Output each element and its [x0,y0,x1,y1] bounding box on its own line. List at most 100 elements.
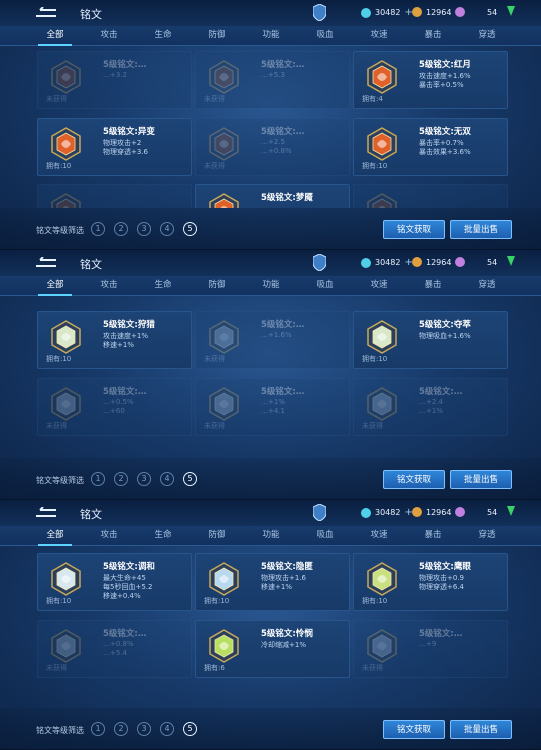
back-arrow-icon[interactable] [34,506,58,519]
shield-badge-icon[interactable] [312,253,327,272]
coin-icon [412,7,422,17]
tab-4[interactable]: 功能 [244,276,298,295]
inscription-card[interactable]: 5级铭文:隐匿 物理攻击+1.6 移速+1% 拥有:10 [195,553,350,611]
level-filter-5[interactable]: 5 [183,472,197,486]
inscription-card[interactable]: 5级铭文:… …+1.6% 未获得 [195,311,350,369]
back-arrow-icon[interactable] [34,6,58,19]
inscription-card[interactable] [353,184,508,208]
inscription-card[interactable]: 5级铭文:… …+2.5 …+0.8% 未获得 [195,118,350,176]
owned-count: 未获得 [46,95,67,103]
tab-7[interactable]: 暴击 [406,26,460,45]
inscription-card[interactable]: 5级铭文:… …+1% …+4.1 未获得 [195,378,350,436]
shield-badge-icon[interactable] [312,503,327,522]
inscription-name: 5级铭文:… [103,387,147,397]
inscription-card[interactable]: 5级铭文:… …+2.4 …+1% 未获得 [353,378,508,436]
tab-2[interactable]: 生命 [136,526,190,545]
level-filter-5[interactable]: 5 [183,222,197,236]
tab-6[interactable]: 攻速 [352,526,406,545]
level-filter-2[interactable]: 2 [114,722,128,736]
gem-amount: 54 [487,257,498,267]
tab-6[interactable]: 攻速 [352,276,406,295]
level-filter-3[interactable]: 3 [137,472,151,486]
crystal-amount: 30482 [375,8,401,17]
tab-2[interactable]: 生命 [136,26,190,45]
inscription-card[interactable]: 5级铭文:… …+5.3 未获得 [195,51,350,109]
obtain-inscription-button[interactable]: 铭文获取 [383,470,445,489]
inscription-gem-icon [208,320,240,354]
tab-8[interactable]: 穿透 [460,276,514,295]
inscription-gem-icon [366,629,398,663]
tab-0[interactable]: 全部 [28,526,82,546]
owned-count: 未获得 [46,664,67,672]
inscription-card[interactable]: 5级铭文:… …+9 未获得 [353,620,508,678]
tab-2[interactable]: 生命 [136,276,190,295]
inscription-stat: 暴击效果+3.6% [419,148,471,156]
tab-3[interactable]: 防御 [190,526,244,545]
inscription-card[interactable]: 5级铭文:… …+3.2 未获得 [37,51,192,109]
inscription-card[interactable]: 5级铭文:夺萃 物理吸血+1.6% 拥有:10 [353,311,508,369]
inscription-name: 5级铭文:… [261,320,305,330]
top-bar: 铭文 30482 + 12964 54 [0,0,541,26]
shield-badge-icon[interactable] [312,3,327,22]
inscription-card[interactable]: 5级铭文:红月 攻击速度+1.6% 暴击率+0.5% 拥有:4 [353,51,508,109]
inscription-card[interactable]: 5级铭文:调和 最大生命+45 每5秒回血+5.2 移速+0.4% 拥有:10 [37,553,192,611]
tab-1[interactable]: 攻击 [82,276,136,295]
level-filter-1[interactable]: 1 [91,222,105,236]
level-filter-2[interactable]: 2 [114,222,128,236]
owned-count: 拥有:10 [362,355,388,363]
inscription-card[interactable] [37,184,192,208]
inscription-stat: …+0.8% [261,147,292,155]
inscription-card[interactable]: 5级铭文:怜悯 冷却缩减+1% 拥有:6 [195,620,350,678]
back-arrow-icon[interactable] [34,256,58,269]
level-filter-1[interactable]: 1 [91,722,105,736]
level-filter-4[interactable]: 4 [160,472,174,486]
inscription-name: 5级铭文:梦魇 [261,193,313,203]
level-filter-4[interactable]: 4 [160,722,174,736]
inscription-card[interactable]: 5级铭文:狩猎 攻击速度+1% 移速+1% 拥有:10 [37,311,192,369]
tab-1[interactable]: 攻击 [82,26,136,45]
inscription-card[interactable]: 5级铭文:… …+0.8% …+5.4 未获得 [37,620,192,678]
batch-sell-button[interactable]: 批量出售 [450,720,512,739]
tab-5[interactable]: 吸血 [298,276,352,295]
inscription-card[interactable]: 5级铭文:无双 暴击率+0.7% 暴击效果+3.6% 拥有:10 [353,118,508,176]
tab-3[interactable]: 防御 [190,26,244,45]
obtain-inscription-button[interactable]: 铭文获取 [383,720,445,739]
crystal-balance: 30482 + [361,7,413,18]
tab-8[interactable]: 穿透 [460,26,514,45]
tab-0[interactable]: 全部 [28,276,82,296]
signal-icon [507,6,515,16]
inscription-card[interactable]: 5级铭文:异变 物理攻击+2 物理穿透+3.6 拥有:10 [37,118,192,176]
inscription-gem-icon [50,387,82,421]
level-filter-3[interactable]: 3 [137,222,151,236]
obtain-inscription-button[interactable]: 铭文获取 [383,220,445,239]
inscription-card[interactable]: 5级铭文:… …+0.5% …+60 未获得 [37,378,192,436]
inscription-name: 5级铭文:… [103,629,147,639]
tab-8[interactable]: 穿透 [460,526,514,545]
tab-5[interactable]: 吸血 [298,26,352,45]
inscription-card[interactable]: 5级铭文:鹰眼 物理攻击+0.9 物理穿透+6.4 拥有:10 [353,553,508,611]
level-filter-4[interactable]: 4 [160,222,174,236]
tab-4[interactable]: 功能 [244,526,298,545]
batch-sell-button[interactable]: 批量出售 [450,470,512,489]
tab-3[interactable]: 防御 [190,276,244,295]
batch-sell-button[interactable]: 批量出售 [450,220,512,239]
tab-4[interactable]: 功能 [244,26,298,45]
level-filter-2[interactable]: 2 [114,472,128,486]
signal-icon [507,506,515,516]
owned-count: 拥有:6 [204,664,225,672]
tab-7[interactable]: 暴击 [406,526,460,545]
level-filter-1[interactable]: 1 [91,472,105,486]
tab-1[interactable]: 攻击 [82,526,136,545]
owned-count: 拥有:10 [46,597,72,605]
tab-6[interactable]: 攻速 [352,26,406,45]
inscription-name: 5级铭文:隐匿 [261,562,313,572]
level-filter-3[interactable]: 3 [137,722,151,736]
tab-5[interactable]: 吸血 [298,526,352,545]
inscription-name: 5级铭文:… [261,387,305,397]
inscription-name: 5级铭文:… [103,60,147,70]
tab-7[interactable]: 暴击 [406,276,460,295]
tab-0[interactable]: 全部 [28,26,82,46]
level-filter-5[interactable]: 5 [183,722,197,736]
inscription-card[interactable]: 5级铭文:梦魇 [195,184,350,208]
inscription-name: 5级铭文:鹰眼 [419,562,471,572]
